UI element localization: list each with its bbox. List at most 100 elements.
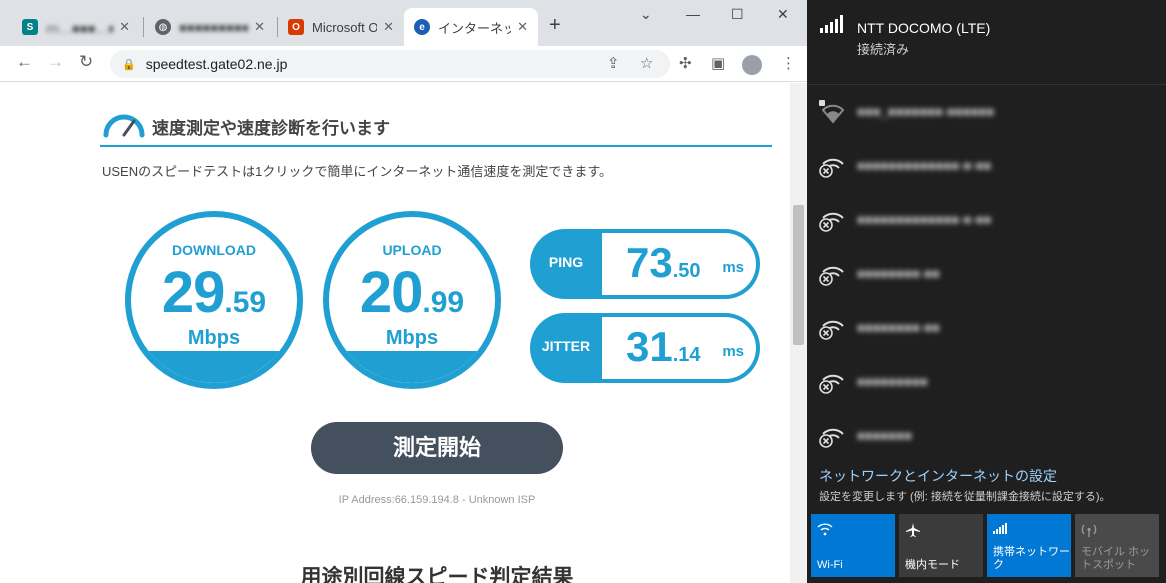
tab-title: ｍ…■■■…■…■…■ [46, 20, 114, 36]
quick-action-label: 機内モード [905, 559, 960, 571]
url-text: speedtest.gate02.ne.jp [145, 56, 288, 72]
wifi-network-name: ■■■■■■■■-■■ [857, 320, 940, 335]
globe-icon: ◍ [155, 19, 171, 35]
wifi-network-item[interactable]: ■■■_■■■■■■■-■■■■■■ [807, 86, 1166, 140]
start-test-button[interactable]: 測定開始 [311, 422, 563, 474]
back-button[interactable]: ← [16, 52, 33, 72]
ping-panel: PING 73.50 ms [530, 229, 760, 299]
quick-action-label: モバイル ホットスポット [1081, 546, 1151, 571]
current-network-name: NTT DOCOMO (LTE) [857, 20, 991, 36]
upload-unit: Mbps [385, 327, 439, 349]
network-settings-link[interactable]: ネットワークとインターネットの設定 [819, 466, 1057, 486]
current-network[interactable]: NTT DOCOMO (LTE) 接続済み [819, 14, 990, 57]
tab-strip: S ｍ…■■■…■…■…■ ✕ ◍ ■■■■■■■■■■ ✕ O Microso… [0, 0, 807, 46]
page-scrollbar[interactable] [790, 83, 807, 583]
jitter-value: 31.14 [626, 323, 701, 371]
speed-gauge-icon [103, 114, 145, 138]
tab-1[interactable]: S ｍ…■■■…■…■…■ ✕ [12, 8, 140, 46]
wifi-unavailable-icon [819, 320, 844, 340]
wifi-network-item[interactable]: ■■■■■■■■-■■ [807, 248, 1166, 302]
reload-button[interactable]: ↻ [79, 52, 93, 72]
avatar[interactable] [742, 55, 762, 75]
minimize-button[interactable]: — [686, 6, 700, 22]
cellular-signal-icon [820, 15, 843, 33]
network-flyout: NTT DOCOMO (LTE) 接続済み ■■■_■■■■■■■-■■■■■■… [807, 0, 1166, 583]
tab-2[interactable]: ◍ ■■■■■■■■■■ ✕ [145, 8, 275, 46]
jitter-dec: .14 [672, 344, 701, 366]
download-value: 29.59 [131, 259, 297, 326]
share-icon[interactable]: ⇪ [607, 54, 620, 72]
upload-int: 20 [359, 260, 424, 325]
wifi-toggle-tile[interactable]: Wi-Fi [811, 514, 895, 577]
chevron-down-icon[interactable]: ⌄ [640, 6, 652, 23]
page-title: 速度測定や速度診断を行います [152, 119, 390, 138]
download-label: DOWNLOAD [172, 242, 256, 258]
close-window-button[interactable]: ✕ [777, 6, 789, 23]
jitter-label: JITTER [541, 338, 591, 354]
forward-button[interactable]: → [47, 52, 64, 72]
download-gauge: DOWNLOAD 29.59 Mbps [125, 211, 303, 389]
upload-value: 20.99 [329, 259, 495, 326]
close-icon[interactable]: ✕ [517, 19, 528, 35]
wifi-network-item[interactable]: ■■■■■■■■■ [807, 356, 1166, 410]
cellular-network-tile[interactable]: 携帯ネットワーク [987, 514, 1071, 577]
wifi-unavailable-icon [819, 266, 844, 286]
office-icon: O [288, 19, 304, 35]
close-icon[interactable]: ✕ [254, 19, 265, 35]
maximize-button[interactable]: ☐ [731, 6, 744, 23]
airplane-mode-tile[interactable]: 機内モード [899, 514, 983, 577]
tab-title: インターネット [438, 20, 512, 36]
page-viewport: 速度測定や速度診断を行います USENのスピードテストは1クリックで簡単にインタ… [0, 83, 790, 583]
browser-window: S ｍ…■■■…■…■…■ ✕ ◍ ■■■■■■■■■■ ✕ O Microso… [0, 0, 807, 583]
quick-action-label: 携帯ネットワーク [993, 546, 1070, 571]
upload-dec: .99 [422, 286, 465, 319]
new-tab-button[interactable]: + [549, 14, 561, 37]
close-icon[interactable]: ✕ [383, 19, 394, 35]
cellular-icon [993, 523, 1007, 534]
section-heading: 速度測定や速度診断を行います [100, 107, 772, 147]
mobile-hotspot-tile[interactable]: モバイル ホットスポット [1075, 514, 1159, 577]
download-fill [131, 351, 297, 383]
current-network-status: 接続済み [857, 42, 910, 57]
download-int: 29 [161, 260, 226, 325]
jitter-panel: JITTER 31.14 ms [530, 313, 760, 383]
extensions-icon[interactable]: ✣ [679, 54, 692, 72]
upload-label: UPLOAD [382, 242, 442, 258]
tab-3[interactable]: O Microsoft Of ✕ [278, 8, 404, 46]
wifi-network-item[interactable]: ■■■■■■■■■■■■■-■-■■ [807, 194, 1166, 248]
divider [807, 84, 1166, 85]
tab-4-active[interactable]: e インターネット ✕ [404, 8, 538, 46]
wifi-network-name: ■■■■■■■■■ [857, 374, 928, 389]
hotspot-icon [1081, 524, 1097, 537]
result-heading: 用途別回線スピード判定結果 [300, 566, 574, 583]
bookmark-star-icon[interactable]: ☆ [640, 54, 653, 72]
wifi-unavailable-icon [819, 428, 844, 448]
scrollbar-thumb[interactable] [793, 205, 804, 345]
download-dec: .59 [224, 286, 267, 319]
ping-value-box: 73.50 ms [602, 233, 756, 295]
menu-icon[interactable]: ⋮ [781, 54, 796, 72]
wifi-network-item[interactable]: ■■■■■■■■-■■ [807, 302, 1166, 356]
wifi-network-item[interactable]: ■■■■■■■ [807, 410, 1166, 464]
wifi-network-name: ■■■■■■■■-■■ [857, 266, 940, 281]
upload-gauge: UPLOAD 20.99 Mbps [323, 211, 501, 389]
sharepoint-icon: S [22, 19, 38, 35]
wifi-network-name: ■■■■■■■■■■■■■-■-■■ [857, 212, 992, 227]
tab-title: ■■■■■■■■■■ [179, 19, 249, 35]
wifi-network-name: ■■■_■■■■■■■-■■■■■■ [857, 104, 995, 119]
close-icon[interactable]: ✕ [119, 19, 130, 35]
ping-unit: ms [722, 259, 744, 276]
jitter-int: 31 [626, 323, 673, 370]
ip-address-text: IP Address:66.159.194.8 - Unknown ISP [338, 494, 536, 506]
wifi-network-item[interactable]: ■■■■■■■■■■■■■-■-■■ [807, 140, 1166, 194]
wifi-unavailable-icon [819, 158, 844, 178]
wifi-network-name: ■■■■■■■ [857, 428, 912, 443]
ping-value: 73.50 [626, 239, 701, 287]
ping-dec: .50 [672, 260, 701, 282]
download-unit: Mbps [187, 327, 241, 349]
jitter-value-box: 31.14 ms [602, 317, 756, 379]
side-panel-icon[interactable]: ▣ [711, 54, 725, 72]
address-bar[interactable]: 🔒 speedtest.gate02.ne.jp [110, 50, 670, 78]
ping-label: PING [548, 254, 584, 270]
description-text: USENのスピードテストは1クリックで簡単にインターネット通信速度を測定できます… [102, 164, 613, 179]
